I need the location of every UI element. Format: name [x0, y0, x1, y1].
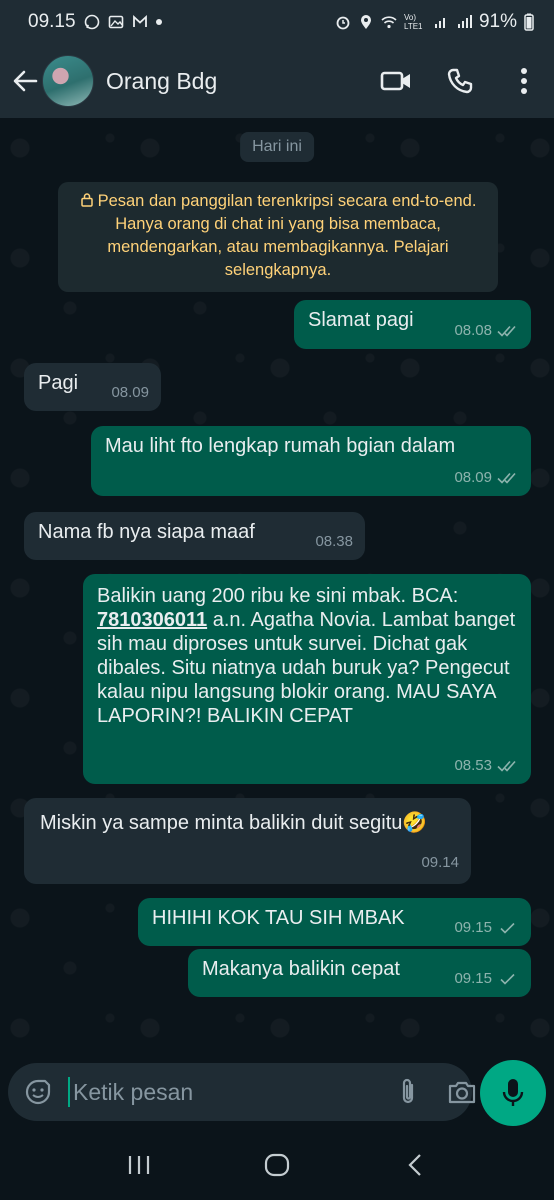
message-text: Nama fb nya siapa maaf: [38, 521, 255, 543]
camera-icon: [448, 1081, 476, 1104]
battery-level: 91%: [478, 11, 517, 32]
video-call-icon: [380, 71, 410, 91]
more-options-button[interactable]: [508, 65, 540, 97]
date-chip: Hari ini: [240, 132, 314, 162]
recent-apps-button[interactable]: [119, 1145, 159, 1185]
gallery-notification-icon: [108, 15, 123, 29]
message-incoming[interactable]: Pagi 08.09: [24, 363, 161, 411]
alarm-icon: [336, 16, 350, 30]
message-time: 09.14: [421, 854, 459, 871]
chevron-left-icon: [408, 1154, 421, 1176]
emoji-button[interactable]: [24, 1076, 52, 1108]
message-time: 08.38: [315, 533, 353, 550]
encryption-notice[interactable]: Pesan dan panggilan terenkripsi secara e…: [58, 182, 498, 292]
message-time: 08.08: [454, 322, 492, 339]
encryption-text: Pesan dan panggilan terenkripsi secara e…: [97, 192, 477, 279]
message-outgoing[interactable]: Makanya balikin cepat 09.15: [188, 949, 531, 997]
message-time: 08.09: [111, 384, 149, 401]
phone-icon: [447, 68, 473, 94]
contact-name[interactable]: Orang Bdg: [106, 68, 217, 95]
video-call-button[interactable]: [380, 65, 412, 97]
wifi-icon: [381, 16, 397, 29]
paperclip-icon: [402, 1078, 414, 1104]
attach-button[interactable]: [397, 1076, 419, 1108]
location-icon: [360, 15, 371, 29]
message-outgoing[interactable]: Mau liht fto lengkap rumah bgian dalam 0…: [91, 426, 531, 496]
system-nav-bar: [0, 1130, 554, 1200]
message-composer: [8, 1063, 476, 1121]
message-incoming[interactable]: Miskin ya sampe minta balikin duit segit…: [24, 798, 471, 884]
more-notifications-icon: [155, 19, 162, 25]
signal-icon-2: [457, 15, 472, 28]
message-incoming[interactable]: Nama fb nya siapa maaf 08.38: [24, 512, 365, 560]
double-check-icon: [497, 325, 516, 337]
more-vertical-icon: [521, 68, 527, 94]
camera-button[interactable]: [447, 1076, 477, 1108]
message-text: Miskin ya sampe minta balikin duit segit…: [40, 812, 403, 834]
message-time: 08.53: [454, 757, 492, 774]
mic-icon: [502, 1079, 524, 1106]
back-button[interactable]: [10, 66, 40, 96]
message-text: Pagi: [38, 372, 79, 394]
network-label: Vo) LTE1: [403, 13, 423, 31]
emoji-icon: [25, 1079, 51, 1105]
whatsapp-notification-icon: [84, 14, 99, 30]
voice-call-button[interactable]: [444, 65, 476, 97]
message-text: Makanya balikin cepat: [202, 958, 400, 980]
message-outgoing[interactable]: HIHIHI KOK TAU SIH MBAK 09.15: [138, 898, 531, 946]
back-nav-button[interactable]: [395, 1145, 435, 1185]
message-text: Mau liht fto lengkap rumah bgian dalam: [105, 435, 456, 457]
message-outgoing[interactable]: Slamat pagi 08.08: [294, 300, 531, 349]
rofl-emoji: 🤣: [402, 812, 428, 834]
voice-message-button[interactable]: [480, 1060, 546, 1126]
message-text: HIHIHI KOK TAU SIH MBAK: [152, 907, 405, 929]
signal-icon-1: [434, 18, 445, 28]
home-icon: [264, 1153, 290, 1177]
lock-icon: [80, 193, 93, 207]
arrow-left-icon: [13, 70, 38, 92]
recent-apps-icon: [128, 1156, 150, 1174]
chat-header: Orang Bdg: [0, 44, 554, 118]
message-time: 09.15: [454, 970, 492, 987]
single-check-icon: [500, 973, 515, 985]
status-bar: 09.15 Vo) LTE1 91%: [0, 0, 554, 44]
double-check-icon: [497, 472, 516, 484]
avatar[interactable]: [42, 55, 94, 107]
message-text: Slamat pagi: [308, 309, 414, 331]
chat-area[interactable]: Hari ini Pesan dan panggilan terenkripsi…: [0, 118, 554, 1058]
gmail-notification-icon: [132, 14, 147, 27]
double-check-icon: [497, 760, 516, 772]
home-button[interactable]: [257, 1145, 297, 1185]
account-number-link[interactable]: 7810306011: [97, 609, 207, 631]
message-input[interactable]: [68, 1077, 369, 1107]
single-check-icon: [500, 922, 515, 934]
battery-icon: [524, 13, 534, 31]
message-time: 08.09: [454, 469, 492, 486]
message-text-before: Balikin uang 200 ribu ke sini mbak. BCA:: [97, 585, 459, 607]
status-time: 09.15: [28, 11, 76, 32]
message-time: 09.15: [454, 919, 492, 936]
message-outgoing[interactable]: Balikin uang 200 ribu ke sini mbak. BCA:…: [83, 574, 531, 784]
